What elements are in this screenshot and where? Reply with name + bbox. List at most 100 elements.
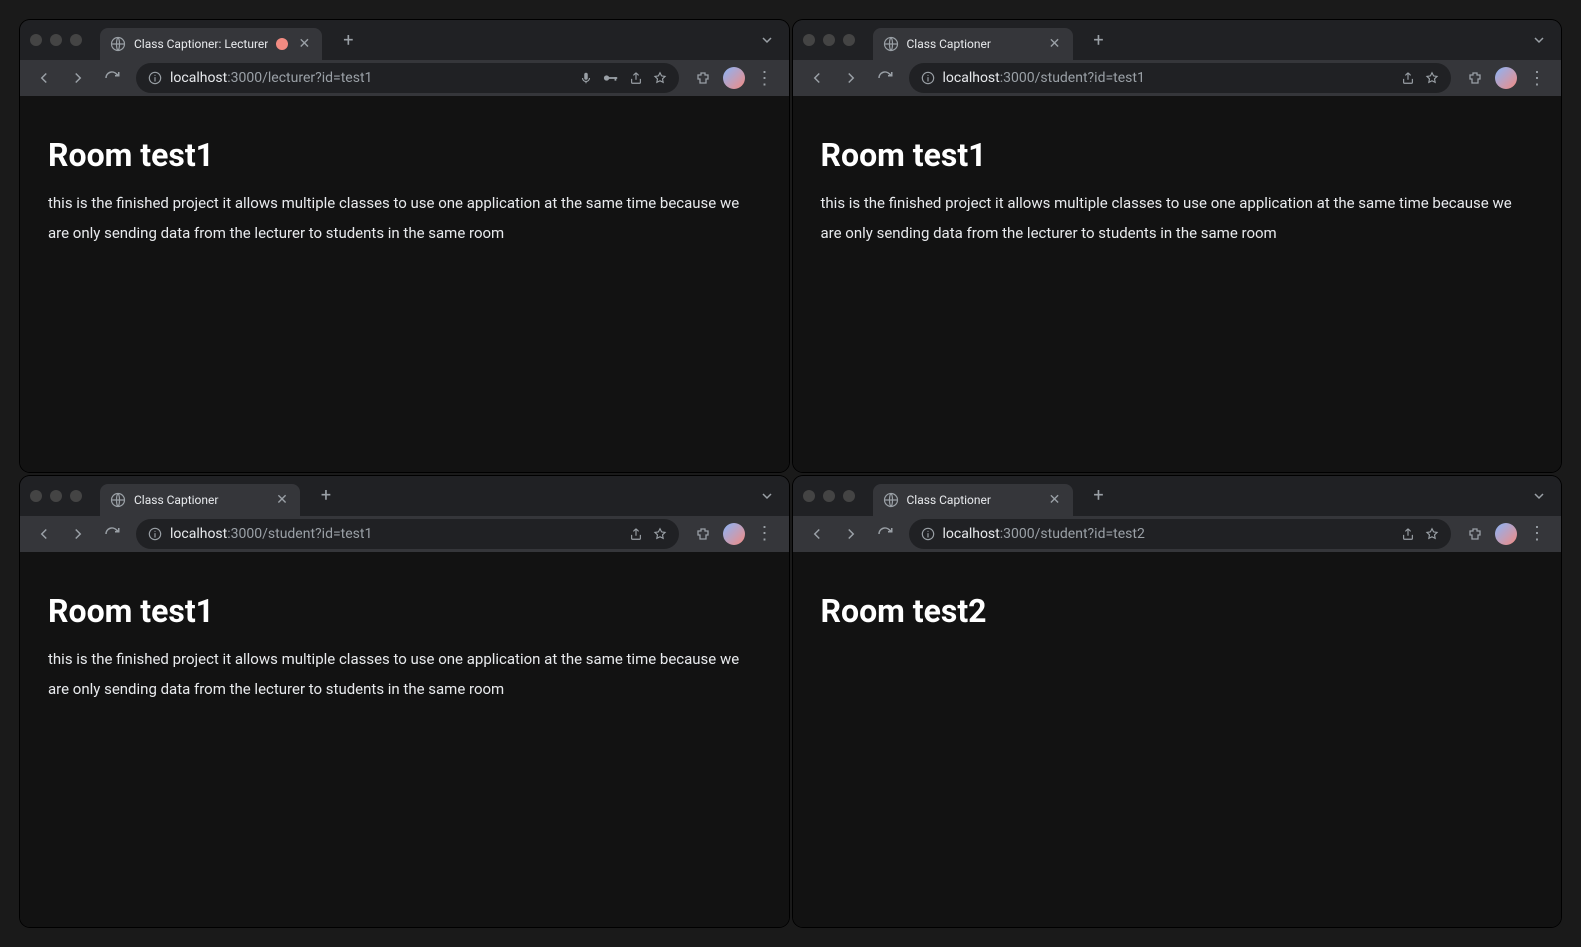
new-tab-button[interactable]: + [1085, 482, 1113, 510]
tab-bar: Class Captioner ✕ + [20, 476, 789, 516]
tab-search-button[interactable] [755, 484, 779, 508]
tab-search-button[interactable] [1527, 484, 1551, 508]
forward-button[interactable] [64, 520, 92, 548]
browser-window-3: Class Captioner ✕ + localhost:3000/stude… [793, 476, 1562, 928]
password-key-icon[interactable] [603, 71, 619, 85]
profile-avatar[interactable] [723, 67, 745, 89]
bookmark-star-icon[interactable] [1425, 527, 1439, 541]
address-bar[interactable]: localhost:3000/lecturer?id=test1 [136, 63, 679, 93]
maximize-window-button[interactable] [70, 490, 82, 502]
extensions-icon[interactable] [1461, 64, 1489, 92]
minimize-window-button[interactable] [823, 490, 835, 502]
new-tab-button[interactable]: + [312, 482, 340, 510]
url-text: localhost:3000/student?id=test1 [170, 526, 621, 542]
page-heading: Room test1 [48, 136, 761, 174]
browser-menu-button[interactable]: ⋮ [1523, 520, 1551, 548]
reload-button[interactable] [98, 64, 126, 92]
address-bar[interactable]: localhost:3000/student?id=test1 [136, 519, 679, 549]
address-bar[interactable]: localhost:3000/student?id=test2 [909, 519, 1452, 549]
bookmark-star-icon[interactable] [653, 527, 667, 541]
window-controls [30, 34, 82, 46]
close-window-button[interactable] [30, 34, 42, 46]
browser-tab[interactable]: Class Captioner ✕ [873, 484, 1073, 516]
maximize-window-button[interactable] [843, 34, 855, 46]
page-content: Room test1 this is the finished project … [793, 96, 1562, 472]
page-heading: Room test1 [821, 136, 1534, 174]
reload-button[interactable] [871, 64, 899, 92]
browser-tab[interactable]: Class Captioner: Lecturer ✕ [100, 28, 322, 60]
microphone-icon[interactable] [579, 71, 593, 85]
forward-button[interactable] [64, 64, 92, 92]
tab-bar: Class Captioner ✕ + [793, 20, 1562, 60]
close-tab-button[interactable]: ✕ [296, 36, 312, 52]
share-icon[interactable] [1401, 527, 1415, 541]
back-button[interactable] [803, 64, 831, 92]
profile-avatar[interactable] [1495, 523, 1517, 545]
site-info-icon[interactable] [921, 527, 935, 541]
extensions-icon[interactable] [689, 64, 717, 92]
address-bar[interactable]: localhost:3000/student?id=test1 [909, 63, 1452, 93]
close-tab-button[interactable]: ✕ [1047, 36, 1063, 52]
close-window-button[interactable] [803, 490, 815, 502]
share-icon[interactable] [629, 527, 643, 541]
browser-menu-button[interactable]: ⋮ [1523, 64, 1551, 92]
tab-title: Class Captioner [907, 493, 1039, 507]
site-info-icon[interactable] [148, 527, 162, 541]
extensions-icon[interactable] [1461, 520, 1489, 548]
browser-window-0: Class Captioner: Lecturer ✕ + localhost:… [20, 20, 789, 472]
profile-avatar[interactable] [723, 523, 745, 545]
toolbar: localhost:3000/student?id=test1 ⋮ [793, 60, 1562, 96]
close-window-button[interactable] [803, 34, 815, 46]
close-tab-button[interactable]: ✕ [274, 492, 290, 508]
tab-title: Class Captioner: Lecturer [134, 37, 268, 51]
globe-icon [110, 492, 126, 508]
window-controls [30, 490, 82, 502]
new-tab-button[interactable]: + [334, 26, 362, 54]
maximize-window-button[interactable] [843, 490, 855, 502]
site-info-icon[interactable] [148, 71, 162, 85]
page-content: Room test1 this is the finished project … [20, 552, 789, 928]
share-icon[interactable] [629, 71, 643, 85]
maximize-window-button[interactable] [70, 34, 82, 46]
close-window-button[interactable] [30, 490, 42, 502]
browser-tab[interactable]: Class Captioner ✕ [100, 484, 300, 516]
back-button[interactable] [30, 64, 58, 92]
page-heading: Room test2 [821, 592, 1534, 630]
browser-window-1: Class Captioner ✕ + localhost:3000/stude… [793, 20, 1562, 472]
url-text: localhost:3000/student?id=test1 [943, 70, 1394, 86]
bookmark-star-icon[interactable] [1425, 71, 1439, 85]
profile-avatar[interactable] [1495, 67, 1517, 89]
minimize-window-button[interactable] [823, 34, 835, 46]
browser-menu-button[interactable]: ⋮ [751, 520, 779, 548]
bookmark-star-icon[interactable] [653, 71, 667, 85]
toolbar: localhost:3000/student?id=test2 ⋮ [793, 516, 1562, 552]
minimize-window-button[interactable] [50, 34, 62, 46]
reload-button[interactable] [871, 520, 899, 548]
tab-bar: Class Captioner: Lecturer ✕ + [20, 20, 789, 60]
extensions-icon[interactable] [689, 520, 717, 548]
url-text: localhost:3000/lecturer?id=test1 [170, 70, 571, 86]
page-content: Room test2 [793, 552, 1562, 928]
back-button[interactable] [803, 520, 831, 548]
browser-window-2: Class Captioner ✕ + localhost:3000/stude… [20, 476, 789, 928]
share-icon[interactable] [1401, 71, 1415, 85]
minimize-window-button[interactable] [50, 490, 62, 502]
tab-title: Class Captioner [907, 37, 1039, 51]
close-tab-button[interactable]: ✕ [1047, 492, 1063, 508]
window-controls [803, 490, 855, 502]
reload-button[interactable] [98, 520, 126, 548]
page-content: Room test1 this is the finished project … [20, 96, 789, 472]
new-tab-button[interactable]: + [1085, 26, 1113, 54]
page-heading: Room test1 [48, 592, 761, 630]
forward-button[interactable] [837, 520, 865, 548]
forward-button[interactable] [837, 64, 865, 92]
back-button[interactable] [30, 520, 58, 548]
site-info-icon[interactable] [921, 71, 935, 85]
browser-tab[interactable]: Class Captioner ✕ [873, 28, 1073, 60]
tab-search-button[interactable] [755, 28, 779, 52]
toolbar: localhost:3000/lecturer?id=test1 ⋮ [20, 60, 789, 96]
tab-search-button[interactable] [1527, 28, 1551, 52]
url-text: localhost:3000/student?id=test2 [943, 526, 1394, 542]
globe-icon [883, 36, 899, 52]
browser-menu-button[interactable]: ⋮ [751, 64, 779, 92]
